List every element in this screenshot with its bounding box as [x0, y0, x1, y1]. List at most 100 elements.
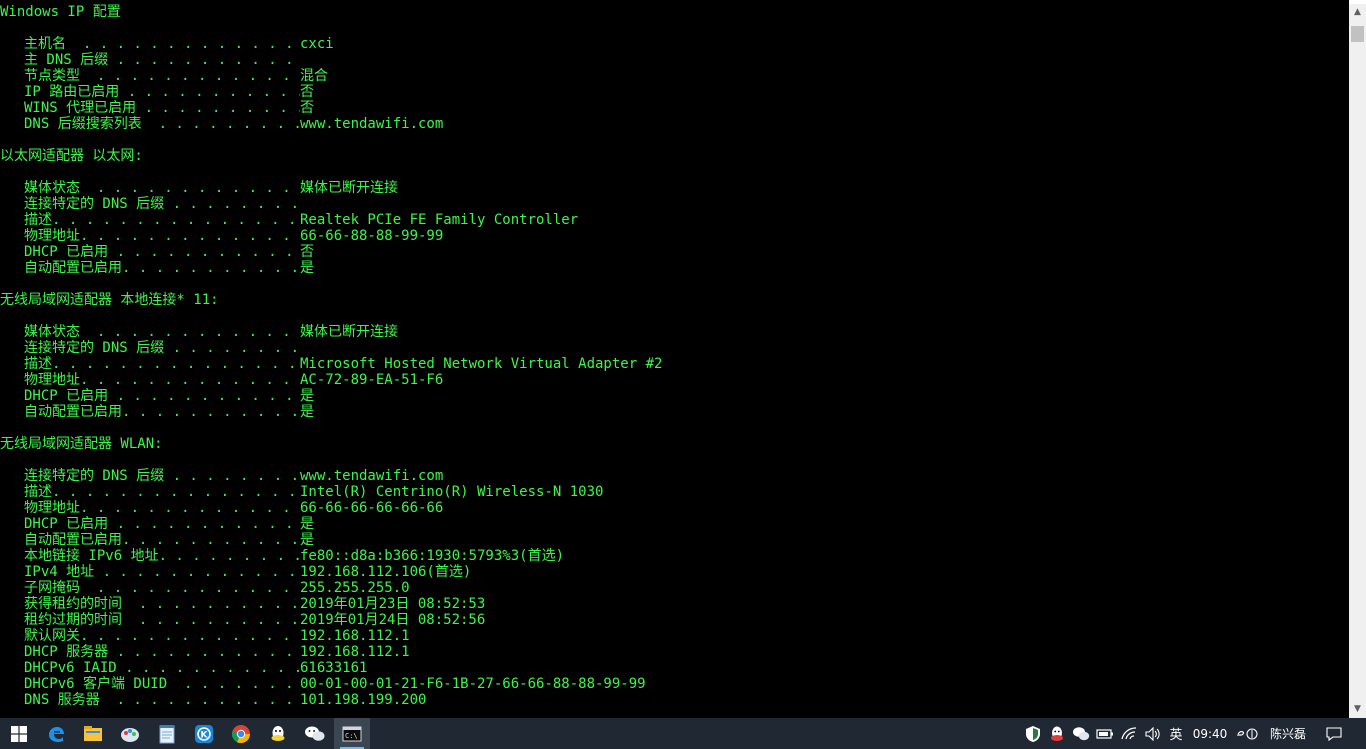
config-value: 媒体已断开连接 [300, 180, 398, 196]
config-value: www.tendawifi.com [300, 116, 444, 132]
config-value: 是 [300, 404, 314, 420]
config-key: 连接特定的 DNS 后缀 . . . . . . . . : [24, 468, 300, 484]
config-value: 66-66-88-88-99-99 [300, 228, 444, 244]
paint-button[interactable] [112, 718, 148, 749]
config-key: 连接特定的 DNS 后缀 . . . . . . . . : [24, 340, 300, 356]
chrome-icon [231, 724, 251, 743]
config-key: 描述. . . . . . . . . . . . . . . . : [24, 356, 300, 372]
config-value: 61633161 [300, 660, 368, 676]
config-value: Intel(R) Centrino(R) Wireless-N 1030 [300, 484, 604, 500]
config-key: DHCP 已启用 . . . . . . . . . . . . : [24, 516, 300, 532]
config-value: 媒体已断开连接 [300, 324, 398, 340]
config-key: DNS 服务器 . . . . . . . . . . . . : [24, 692, 300, 708]
config-key: 自动配置已启用. . . . . . . . . . . : [24, 532, 300, 548]
vertical-scrollbar[interactable]: ▲ ▼ [1349, 4, 1366, 718]
config-key: 媒体状态 . . . . . . . . . . . . . : [24, 324, 300, 340]
battery-icon[interactable] [1094, 718, 1116, 749]
config-row: 描述. . . . . . . . . . . . . . . . :Realt… [24, 212, 578, 228]
security-shield-icon[interactable] [1022, 718, 1044, 749]
chrome-button[interactable] [223, 718, 259, 749]
system-clock[interactable]: 09:40 [1190, 718, 1230, 749]
config-row: 子网掩码 . . . . . . . . . . . . . :255.255.… [24, 580, 410, 596]
config-value: 192.168.112.1 [300, 628, 410, 644]
config-key: 描述. . . . . . . . . . . . . . . . : [24, 484, 300, 500]
file-explorer-button[interactable] [75, 718, 111, 749]
wechat-tray-icon[interactable] [1070, 718, 1092, 749]
config-row: DHCP 服务器 . . . . . . . . . . . . :192.16… [24, 644, 410, 660]
wechat-icon [305, 726, 325, 741]
scroll-thumb[interactable] [1351, 26, 1364, 42]
config-row: DHCP 已启用 . . . . . . . . . . . . :是 [24, 516, 314, 532]
svg-text:C:\: C:\ [345, 732, 358, 740]
scroll-up-arrow-icon[interactable]: ▲ [1349, 4, 1366, 21]
qq-tray-icon[interactable] [1046, 718, 1068, 749]
config-value: 255.255.255.0 [300, 580, 410, 596]
config-key: DHCP 已启用 . . . . . . . . . . . . : [24, 388, 300, 404]
notepad-button[interactable] [149, 718, 185, 749]
scroll-down-arrow-icon[interactable]: ▼ [1349, 701, 1366, 718]
kugou-button[interactable]: K [186, 718, 222, 749]
config-key: 本地链接 IPv6 地址. . . . . . . . . : [24, 548, 300, 564]
cmd-button[interactable]: C:\ [334, 718, 370, 749]
user-name[interactable]: 陈兴磊 [1266, 718, 1310, 749]
wechat-button[interactable] [297, 718, 333, 749]
console-window[interactable]: Windows IP 配置 主机名 . . . . . . . . . . . .… [0, 0, 1349, 718]
config-key: 主 DNS 后缀 . . . . . . . . . . . . : [24, 52, 300, 68]
config-value: 是 [300, 532, 314, 548]
config-value: 192.168.112.1 [300, 644, 410, 660]
action-center-icon[interactable] [1316, 718, 1352, 749]
config-row: 主 DNS 后缀 . . . . . . . . . . . . : [24, 52, 300, 68]
config-value: www.tendawifi.com [300, 468, 444, 484]
edge-button[interactable] [38, 718, 74, 749]
config-value: 否 [300, 100, 314, 116]
config-row: 主机名 . . . . . . . . . . . . . . :cxci [24, 36, 334, 52]
edge-icon [49, 726, 64, 742]
config-row: DNS 后缀搜索列表 . . . . . . . . . :www.tendaw… [24, 116, 443, 132]
config-value: 2019年01月24日 08:52:56 [300, 612, 486, 628]
config-key: 物理地址. . . . . . . . . . . . . . : [24, 500, 300, 516]
config-key: DNS 后缀搜索列表 . . . . . . . . . : [24, 116, 300, 132]
config-key: 默认网关. . . . . . . . . . . . . . : [24, 628, 300, 644]
config-row: DNS 服务器 . . . . . . . . . . . . :101.198… [24, 692, 426, 708]
config-row: 媒体状态 . . . . . . . . . . . . . :媒体已断开连接 [24, 324, 398, 340]
config-value: cxci [300, 36, 334, 52]
config-row: 媒体状态 . . . . . . . . . . . . . :媒体已断开连接 [24, 180, 398, 196]
section-header: 无线局域网适配器 本地连接* 11: [0, 292, 219, 308]
config-value: 是 [300, 516, 314, 532]
wifi-icon[interactable] [1118, 718, 1140, 749]
config-key: 媒体状态 . . . . . . . . . . . . . : [24, 180, 300, 196]
volume-icon[interactable] [1142, 718, 1164, 749]
cmd-icon: C:\ [342, 726, 362, 741]
taskbar: K C:\ 英 09:40 陈兴磊 [0, 718, 1366, 749]
config-value: 00-01-00-01-21-F6-1B-27-66-66-88-88-99-9… [300, 676, 646, 692]
section-header: 以太网适配器 以太网: [0, 148, 143, 164]
config-key: 物理地址. . . . . . . . . . . . . . : [24, 228, 300, 244]
config-row: 连接特定的 DNS 后缀 . . . . . . . . : [24, 340, 300, 356]
config-value: Microsoft Hosted Network Virtual Adapter… [300, 356, 663, 372]
config-row: DHCPv6 客户端 DUID . . . . . . . . :00-01-0… [24, 676, 646, 692]
config-key: 租约过期的时间 . . . . . . . . . . : [24, 612, 300, 628]
config-key: DHCP 已启用 . . . . . . . . . . . . : [24, 244, 300, 260]
config-row: 自动配置已启用. . . . . . . . . . . :是 [24, 532, 314, 548]
config-row: 连接特定的 DNS 后缀 . . . . . . . . : [24, 196, 300, 212]
config-value: 混合 [300, 68, 328, 84]
config-row: DHCPv6 IAID . . . . . . . . . . . . :616… [24, 660, 367, 676]
config-key: IPv4 地址 . . . . . . . . . . . . . : [24, 564, 300, 580]
folder-icon [84, 725, 102, 741]
qq-button[interactable] [260, 718, 296, 749]
start-button[interactable] [0, 718, 38, 749]
config-value: 否 [300, 84, 314, 100]
config-row: 获得租约的时间 . . . . . . . . . . :2019年01月23日… [24, 596, 485, 612]
config-key: 物理地址. . . . . . . . . . . . . . : [24, 372, 300, 388]
config-key: 节点类型 . . . . . . . . . . . . . : [24, 68, 300, 84]
config-value: AC-72-89-EA-51-F6 [300, 372, 444, 388]
config-row: 连接特定的 DNS 后缀 . . . . . . . . :www.tendaw… [24, 468, 443, 484]
config-key: DHCPv6 IAID . . . . . . . . . . . . : [24, 660, 300, 676]
ime-language-indicator[interactable]: 英 [1166, 718, 1186, 749]
config-row: IPv4 地址 . . . . . . . . . . . . . :192.1… [24, 564, 471, 580]
config-key: 自动配置已启用. . . . . . . . . . . : [24, 260, 300, 276]
config-key: WINS 代理已启用 . . . . . . . . . . : [24, 100, 300, 116]
config-key: 获得租约的时间 . . . . . . . . . . : [24, 596, 300, 612]
config-key: 连接特定的 DNS 后缀 . . . . . . . . : [24, 196, 300, 212]
ime-mode-icon[interactable] [1234, 718, 1262, 749]
